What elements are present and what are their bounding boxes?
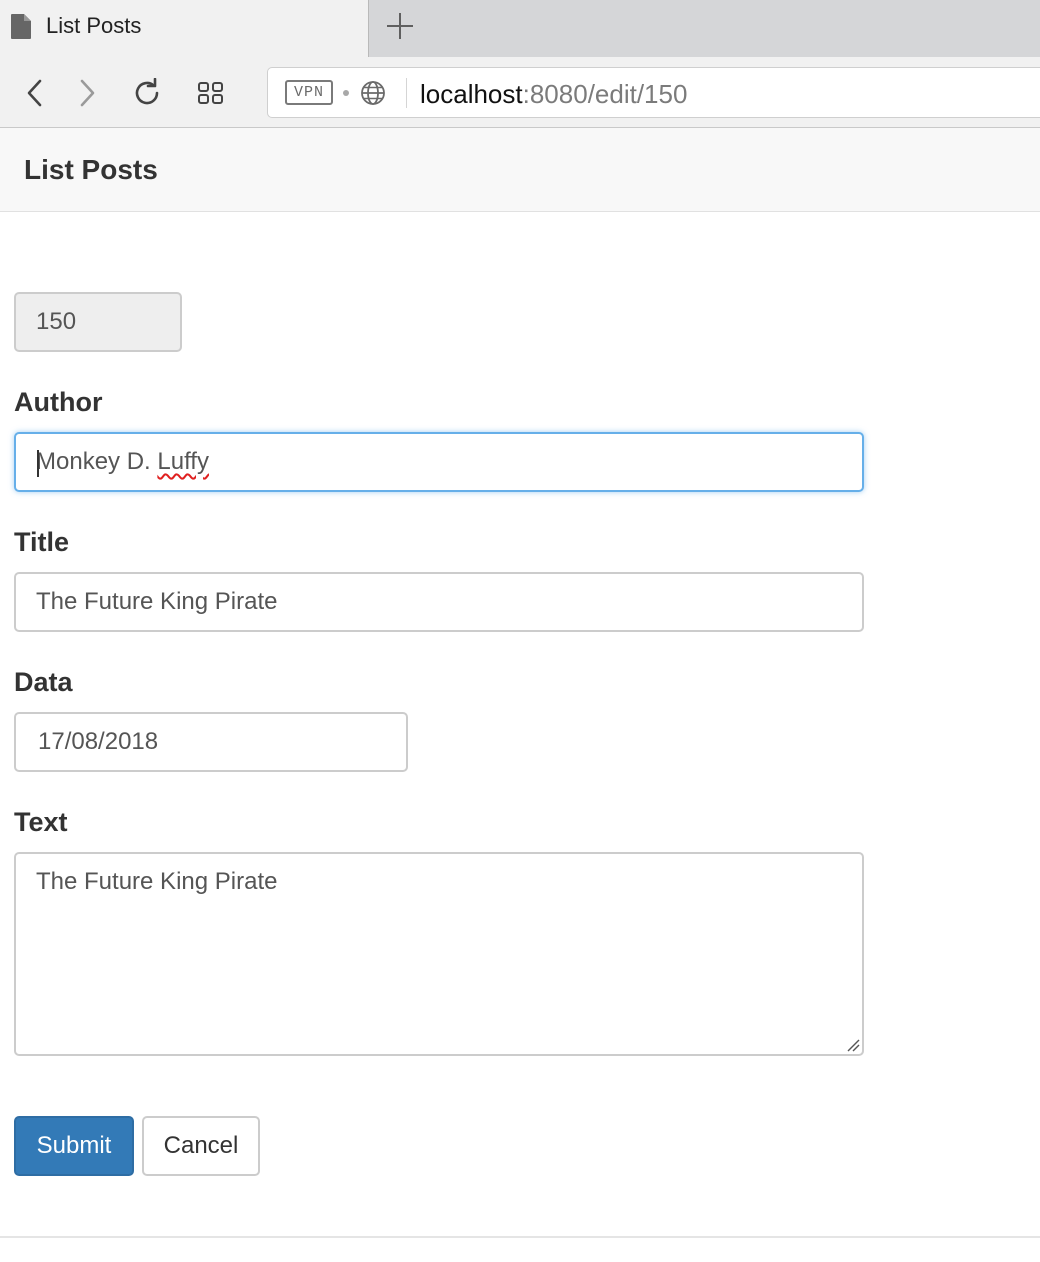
url-host: localhost [420,79,523,109]
id-value: 150 [36,308,77,335]
url-divider [406,78,407,108]
text-value: The Future King Pirate [36,868,278,895]
browser-toolbar: VPN localhost:8080/edit/150 [0,57,1040,128]
url-path: :8080/edit/150 [522,79,688,109]
address-bar[interactable]: VPN localhost:8080/edit/150 [267,67,1040,118]
navbar-brand[interactable]: List Posts [24,154,158,186]
cancel-button[interactable]: Cancel [142,1116,260,1176]
globe-icon[interactable] [360,80,386,106]
browser-tab[interactable]: List Posts [0,0,369,57]
back-arrow-icon[interactable] [17,75,53,111]
title-label: Title [14,527,70,557]
author-value-misspelled: Luffy [157,448,209,475]
title-value: The Future King Pirate [36,588,278,615]
tab-title: List Posts [46,13,142,38]
separator-dot [343,90,349,96]
reload-icon[interactable] [129,75,165,111]
plus-icon[interactable] [384,10,416,42]
author-label: Author [14,387,103,417]
text-textarea[interactable]: The Future King Pirate [14,852,864,1056]
id-field: 150 [14,292,182,352]
author-value: Monkey D. Luffy [36,447,209,477]
document-icon [11,14,31,39]
submit-button[interactable]: Submit [14,1116,134,1176]
vpn-badge[interactable]: VPN [285,80,333,105]
browser-tab-bar: List Posts [0,0,1040,57]
author-input[interactable]: Monkey D. Luffy [14,432,864,492]
url-text[interactable]: localhost:8080/edit/150 [420,79,687,109]
app-navbar: List Posts [0,128,1040,212]
text-label: Text [14,807,68,837]
date-value: 17/08/2018 [38,728,159,755]
data-label: Data [14,667,73,697]
date-input[interactable]: 17/08/2018 [14,712,408,772]
resize-handle-icon[interactable] [846,1038,860,1052]
forward-arrow-icon[interactable] [69,75,105,111]
author-value-text: Monkey D. [36,448,158,475]
text-caret [37,450,39,477]
title-input[interactable]: The Future King Pirate [14,572,864,632]
footer-divider [0,1236,1040,1238]
grid-icon[interactable] [193,75,229,111]
